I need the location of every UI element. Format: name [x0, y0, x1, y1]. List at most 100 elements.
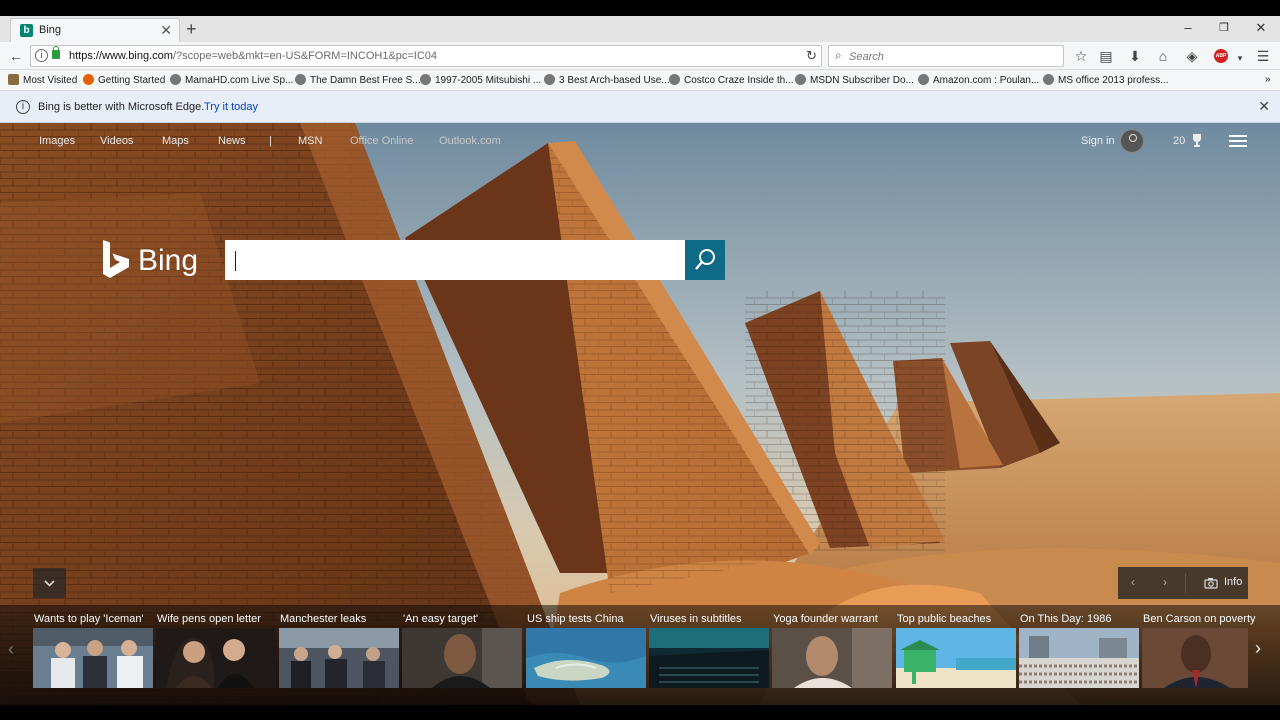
bookmark-item[interactable]: Costco Craze Inside th...	[669, 74, 794, 86]
news-caption: Yoga founder warrant	[773, 613, 878, 625]
url-text: https://www.bing.com/?scope=web&mkt=en-U…	[69, 50, 437, 62]
nav-msn[interactable]: MSN	[298, 135, 322, 147]
menu-icon[interactable]: ☰	[1253, 47, 1273, 65]
news-thumbnail	[33, 628, 153, 688]
bing-menu-icon[interactable]	[1229, 134, 1247, 148]
nav-outlook[interactable]: Outlook.com	[439, 135, 501, 147]
news-card[interactable]: Wants to play 'Iceman'	[33, 605, 155, 695]
reading-list-icon[interactable]: ▤	[1096, 47, 1116, 65]
pocket-icon[interactable]: ◈	[1182, 47, 1202, 65]
globe-icon	[1043, 74, 1054, 85]
globe-icon	[918, 74, 929, 85]
close-window-icon[interactable]: ✕	[1251, 19, 1271, 37]
bing-search-box[interactable]	[225, 240, 685, 280]
nav-videos[interactable]: Videos	[100, 135, 133, 147]
globe-icon	[420, 74, 431, 85]
bottom-edge	[0, 705, 1280, 720]
sign-in-link[interactable]: Sign in	[1081, 135, 1115, 147]
rewards-count[interactable]: 20	[1173, 135, 1185, 147]
nav-images[interactable]: Images	[39, 135, 75, 147]
next-image-button[interactable]: ›	[1163, 575, 1167, 589]
globe-icon	[170, 74, 181, 85]
bookmark-item[interactable]: Amazon.com : Poulan...	[918, 74, 1039, 86]
home-icon[interactable]: ⌂	[1153, 47, 1173, 65]
search-icon: ⌕	[835, 48, 842, 62]
site-info-icon[interactable]: i	[35, 49, 48, 62]
minimize-icon[interactable]: –	[1178, 19, 1198, 37]
news-card[interactable]: Wife pens open letter	[156, 605, 278, 695]
bing-homepage: Images Videos Maps News | MSN Office Onl…	[0, 123, 1280, 705]
bookmark-item[interactable]: MSDN Subscriber Do...	[795, 74, 914, 86]
screen: b Bing ✕ + – ❐ ✕ ← i https://www.bing.co…	[0, 0, 1280, 720]
news-card[interactable]: Yoga founder warrant	[772, 605, 894, 695]
news-thumbnail	[1142, 628, 1248, 688]
nav-maps[interactable]: Maps	[162, 135, 189, 147]
carousel-prev-icon[interactable]: ‹	[8, 639, 14, 660]
news-thumbnail	[402, 628, 522, 688]
browser-search-input[interactable]	[849, 49, 1049, 64]
nav-separator: |	[269, 135, 272, 147]
restore-icon[interactable]: ❐	[1214, 19, 1234, 37]
news-thumbnail	[279, 628, 399, 688]
camera-icon[interactable]	[1204, 577, 1218, 589]
news-card[interactable]: Manchester leaks	[279, 605, 401, 695]
nav-office-online[interactable]: Office Online	[350, 135, 413, 147]
news-caption: Ben Carson on poverty	[1143, 613, 1256, 625]
collapse-news-button[interactable]	[33, 568, 66, 598]
news-card[interactable]: Top public beaches	[896, 605, 1018, 695]
edge-notification-bar: i Bing is better with Microsoft Edge. Tr…	[0, 91, 1280, 123]
bookmark-item[interactable]: 1997-2005 Mitsubishi ...	[420, 74, 541, 86]
bookmark-item[interactable]: MS office 2013 profess...	[1043, 74, 1168, 86]
globe-icon	[795, 74, 806, 85]
notification-text: Bing is better with Microsoft Edge.	[38, 101, 205, 113]
try-it-today-link[interactable]: Try it today	[204, 101, 258, 113]
bookmark-item[interactable]: The Damn Best Free S...	[295, 74, 421, 86]
trophy-icon[interactable]	[1191, 133, 1203, 147]
news-caption: US ship tests China	[527, 613, 624, 625]
bookmark-item[interactable]: Getting Started	[83, 74, 165, 86]
back-icon[interactable]: ←	[6, 47, 26, 65]
globe-icon	[295, 74, 306, 85]
news-caption: Manchester leaks	[280, 613, 367, 625]
new-tab-button[interactable]: +	[186, 19, 197, 39]
url-path: /?scope=web&mkt=en-US&FORM=INCOH1&pc=IC0…	[172, 50, 438, 62]
news-thumbnail	[1019, 628, 1139, 688]
news-thumbnail	[649, 628, 769, 688]
downloads-icon[interactable]: ⬇	[1125, 47, 1145, 65]
bookmark-item[interactable]: Most Visited	[8, 74, 77, 86]
close-notification-icon[interactable]: ✕	[1258, 98, 1270, 115]
news-card[interactable]: US ship tests China	[526, 605, 648, 695]
bookmark-star-icon[interactable]: ☆	[1071, 47, 1091, 65]
avatar-icon[interactable]	[1120, 129, 1144, 153]
close-tab-icon[interactable]: ✕	[160, 22, 172, 38]
news-carousel: ‹ Wants to play 'Iceman' Wife pens open …	[0, 605, 1280, 705]
bing-search-button[interactable]	[685, 240, 725, 280]
news-caption: Viruses in subtitles	[650, 613, 742, 625]
most-visited-icon	[8, 74, 19, 85]
url-host: https://www.bing.com	[69, 50, 173, 62]
navigation-toolbar: ← i https://www.bing.com/?scope=web&mkt=…	[0, 42, 1280, 70]
address-bar[interactable]: i https://www.bing.com/?scope=web&mkt=en…	[30, 45, 822, 67]
bing-search-input[interactable]	[235, 248, 675, 272]
nav-news[interactable]: News	[218, 135, 246, 147]
news-card[interactable]: On This Day: 1986	[1019, 605, 1141, 695]
abp-dropdown-icon[interactable]: ▾	[1230, 49, 1250, 67]
adblock-plus-icon[interactable]: ABP	[1214, 49, 1228, 63]
bookmark-item[interactable]: MamaHD.com Live Sp...	[170, 74, 293, 86]
tab-title: Bing	[39, 24, 62, 36]
image-info-button[interactable]: Info	[1224, 576, 1242, 588]
bing-logo[interactable]: Bing	[100, 238, 210, 282]
bookmarks-overflow-icon[interactable]: »	[1265, 74, 1271, 85]
browser-search-box[interactable]: ⌕	[828, 45, 1064, 67]
previous-image-button[interactable]: ‹	[1131, 575, 1135, 589]
news-caption: Wife pens open letter	[157, 613, 261, 625]
news-card[interactable]: Viruses in subtitles	[649, 605, 771, 695]
tab-bing[interactable]: b Bing ✕	[10, 18, 180, 42]
news-card[interactable]: 'An easy target'	[402, 605, 524, 695]
news-caption: On This Day: 1986	[1020, 613, 1112, 625]
carousel-next-icon[interactable]: ›	[1255, 638, 1261, 659]
reload-icon[interactable]: ↻	[806, 48, 817, 64]
news-caption: Wants to play 'Iceman'	[34, 613, 144, 625]
bookmark-item[interactable]: 3 Best Arch-based Use...	[544, 74, 670, 86]
news-card[interactable]: Ben Carson on poverty	[1142, 605, 1264, 695]
